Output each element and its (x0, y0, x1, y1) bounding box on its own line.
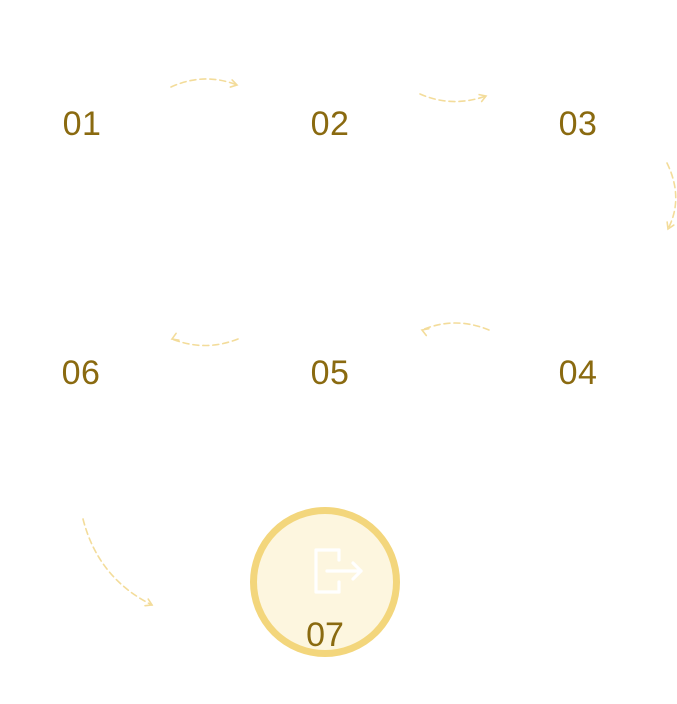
exit-icon (314, 548, 363, 594)
connector-06-to-07 (82, 518, 153, 606)
step-07-label: 07 (306, 616, 344, 654)
connector-01-to-02 (170, 78, 238, 88)
connector-04-to-05 (421, 322, 490, 331)
step-05-label: 05 (310, 354, 350, 392)
step-03-label: 03 (558, 105, 598, 143)
connector-05-to-06 (171, 338, 239, 347)
step-02-label: 02 (310, 105, 350, 143)
process-diagram: 01 02 03 04 05 06 07 (0, 0, 677, 704)
connector-03-to-04 (666, 162, 677, 230)
step-04-label: 04 (558, 354, 598, 392)
arrowhead-05-to-06 (170, 332, 180, 341)
step-01-label: 01 (62, 105, 102, 143)
final-step-node: 07 (250, 507, 400, 657)
arrowhead-04-to-05 (420, 327, 430, 337)
connector-02-to-03 (419, 93, 487, 103)
step-06-label: 06 (61, 354, 101, 392)
